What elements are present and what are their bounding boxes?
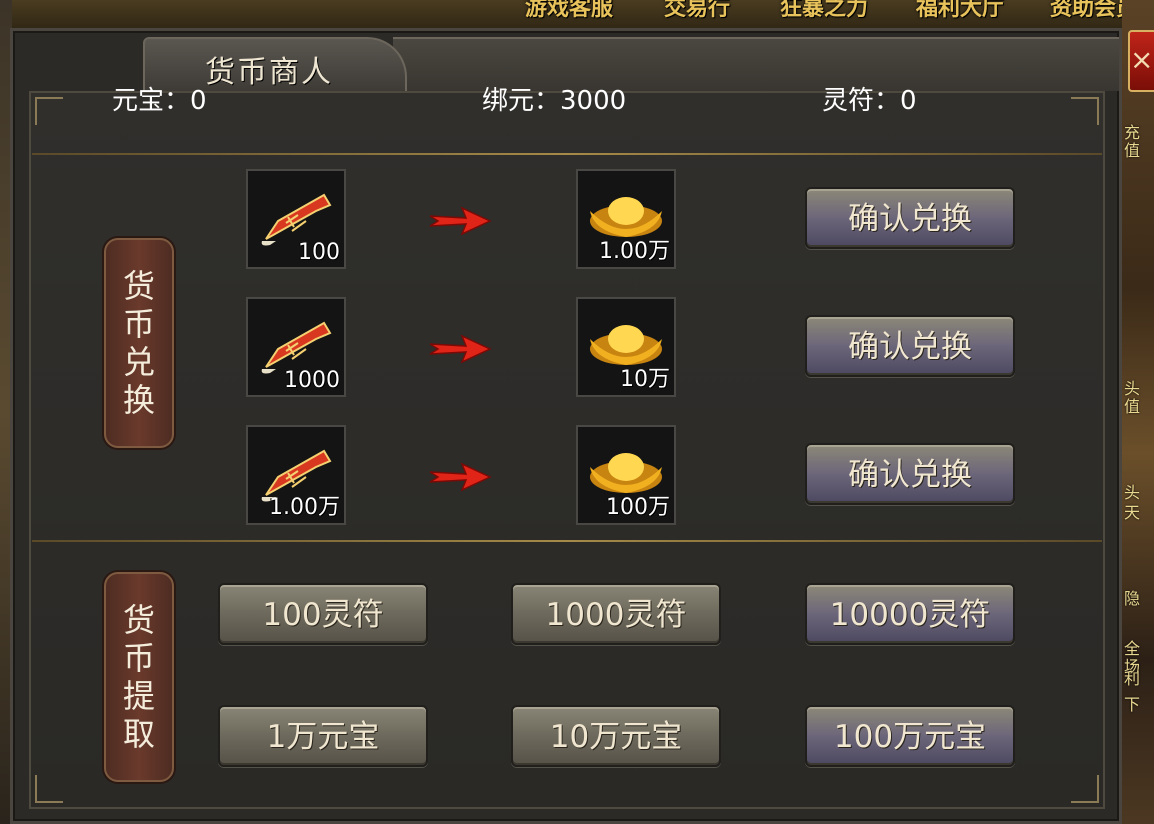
withdraw-10000-talisman-button[interactable]: 10000灵符	[805, 583, 1015, 645]
arrow-right-icon	[429, 334, 492, 364]
bound-yuanbao-balance: 绑元：3000	[482, 80, 626, 117]
target-item-slot[interactable]: 1.00万	[576, 169, 676, 269]
exchange-section-label: 货币兑换	[104, 238, 174, 448]
source-item-slot[interactable]: 1.00万	[246, 425, 346, 525]
source-amount: 100	[298, 240, 340, 265]
balance-value: 3000	[560, 86, 627, 116]
corner-ornament	[35, 775, 63, 803]
side-text: 利	[1124, 669, 1141, 688]
side-text: 头值	[1124, 379, 1141, 416]
target-item-slot[interactable]: 10万	[576, 297, 676, 397]
confirm-exchange-button[interactable]: 确认兑换	[805, 315, 1015, 377]
side-text: 下	[1124, 695, 1141, 714]
menu-welfare[interactable]: 福利大厅	[916, 0, 1004, 22]
balance-value: 0	[190, 86, 207, 116]
menu-customer-service[interactable]: 游戏客服	[525, 0, 613, 22]
balance-label: 绑元：	[482, 86, 561, 116]
arrow-right-icon	[429, 206, 492, 236]
withdraw-100wan-yuanbao-button[interactable]: 100万元宝	[805, 705, 1015, 767]
withdraw-1wan-yuanbao-button[interactable]: 1万元宝	[218, 705, 428, 767]
yuanbao-balance: 元宝：0	[112, 80, 207, 117]
divider	[32, 153, 1102, 155]
close-icon: ×	[1130, 43, 1154, 76]
close-button[interactable]: ×	[1128, 30, 1154, 92]
source-item-slot[interactable]: 1000	[246, 297, 346, 397]
arrow-right-icon	[429, 462, 492, 492]
game-scene-right-edge: 充值 头值 头 天 隐 全场 利 下	[1122, 0, 1154, 824]
source-amount: 1000	[284, 368, 340, 393]
game-top-menu-bar: 游戏客服 交易行 狂暴之力 福利大厅 资助会员	[0, 0, 1154, 30]
source-item-slot[interactable]: 100	[246, 169, 346, 269]
withdraw-100-talisman-button[interactable]: 100灵符	[218, 583, 428, 645]
divider	[32, 540, 1102, 542]
confirm-exchange-button[interactable]: 确认兑换	[805, 187, 1015, 249]
source-amount: 1.00万	[269, 495, 340, 520]
withdraw-section-label: 货币提取	[104, 572, 174, 782]
target-item-slot[interactable]: 100万	[576, 425, 676, 525]
menu-trade[interactable]: 交易行	[664, 0, 730, 22]
withdraw-1000-talisman-button[interactable]: 1000灵符	[511, 583, 721, 645]
corner-ornament	[1071, 97, 1099, 125]
side-text: 充值	[1124, 123, 1141, 160]
menu-rage[interactable]: 狂暴之力	[780, 0, 868, 22]
confirm-exchange-button[interactable]: 确认兑换	[805, 443, 1015, 505]
side-text: 天	[1124, 503, 1141, 522]
withdraw-10wan-yuanbao-button[interactable]: 10万元宝	[511, 705, 721, 767]
talisman-balance: 灵符：0	[822, 80, 917, 117]
target-amount: 100万	[606, 495, 670, 520]
side-text: 头	[1124, 483, 1141, 502]
side-text: 隐	[1124, 589, 1141, 608]
corner-ornament	[35, 97, 63, 125]
target-amount: 1.00万	[599, 239, 670, 264]
balance-value: 0	[900, 86, 917, 116]
corner-ornament	[1071, 775, 1099, 803]
balance-label: 灵符：	[822, 86, 901, 116]
balance-label: 元宝：	[112, 86, 191, 116]
window-title: 货币商人	[205, 55, 333, 90]
target-amount: 10万	[620, 367, 670, 392]
